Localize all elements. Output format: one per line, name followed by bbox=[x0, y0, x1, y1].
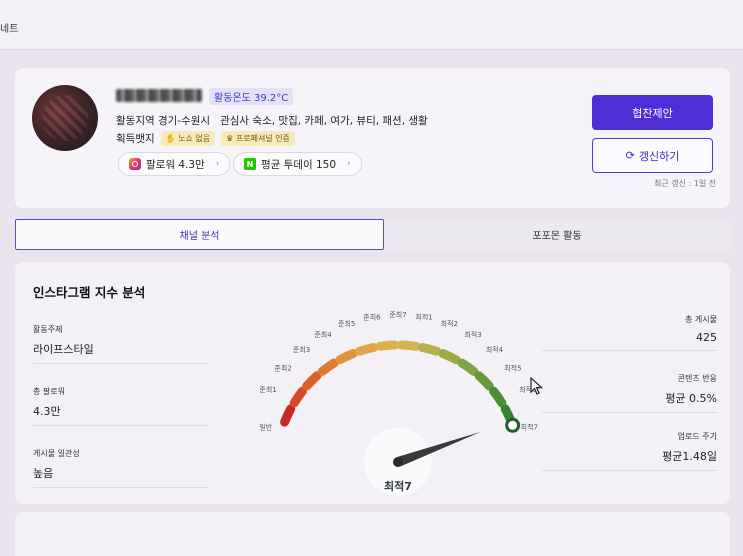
breadcrumb: 네트 bbox=[0, 24, 19, 35]
naver-icon: N bbox=[244, 158, 256, 170]
profile-info-line: 활동지역 경기-수원시 관심사 숙소, 맛집, 카페, 여가, 뷰티, 패션, … bbox=[116, 113, 428, 128]
metric-value: 평균1.48일 bbox=[662, 450, 717, 463]
gauge-current-marker bbox=[505, 417, 521, 433]
today-chip[interactable]: N 평균 투데이 150 › bbox=[233, 152, 362, 176]
metric-value: 4.3만 bbox=[33, 405, 61, 418]
gauge-segment bbox=[302, 371, 322, 391]
gauge-segment bbox=[474, 371, 494, 391]
gauge-current-label: 최적7 bbox=[384, 479, 412, 493]
tab-pofomon-activity[interactable]: 포포몬 활동 bbox=[384, 219, 730, 250]
gauge-segment bbox=[375, 340, 400, 351]
region-label: 활동지역 bbox=[116, 115, 155, 127]
gauge-level-label: 준최5 bbox=[338, 319, 355, 328]
refresh-icon: ⟳ bbox=[625, 150, 635, 162]
chevron-right-icon: › bbox=[215, 159, 220, 169]
gauge-level-label: 준최7 bbox=[389, 310, 406, 319]
region-value: 경기-수원시 bbox=[157, 115, 211, 127]
metric-followers: 총 팔로워 4.3만 bbox=[33, 386, 208, 426]
metric-value: 평균 0.5% bbox=[665, 392, 717, 405]
gauge-level-label: 준최3 bbox=[293, 345, 310, 354]
gauge-segment bbox=[335, 349, 358, 365]
refresh-button[interactable]: ⟳ 갱신하기 bbox=[592, 138, 713, 173]
followers-text: 팔로워 4.3만 bbox=[146, 158, 205, 171]
gauge-level-label: 일반 bbox=[259, 422, 272, 431]
index-gauge: 일반 준최1 준최2 준최3 준최4 준최5 준최6 준최7 최적1 최적2 최적3 최적4 최적5 최적… bbox=[259, 310, 538, 496]
interest-value: 숙소, 맛집, 카페, 여가, 뷰티, 패션, 생활 bbox=[252, 115, 428, 127]
gauge-level-label: 준최1 bbox=[259, 385, 276, 394]
today-text: 평균 투데이 150 bbox=[261, 158, 337, 171]
gauge-level-label: 최적1 bbox=[415, 312, 432, 321]
metric-value: 라이프스타일 bbox=[33, 343, 94, 356]
metric-label: 업로드 주기 bbox=[677, 432, 717, 441]
gauge-segment bbox=[280, 404, 296, 427]
top-bar: 네트 bbox=[0, 0, 743, 50]
metric-consistency: 게시물 일관성 높음 bbox=[33, 448, 208, 488]
gauge-segment bbox=[489, 386, 507, 408]
interest-label: 관심사 bbox=[220, 115, 250, 127]
gauge-segment bbox=[354, 342, 378, 356]
gauge-level-label: 준최4 bbox=[314, 330, 332, 339]
metric-value: 425 bbox=[696, 331, 717, 344]
metric-value: 높음 bbox=[33, 467, 54, 480]
gauge-segment bbox=[438, 349, 461, 365]
metric-label: 게시물 일관성 bbox=[33, 449, 80, 458]
tab-channel-analysis[interactable]: 채널 분석 bbox=[15, 219, 384, 250]
avatar bbox=[32, 85, 98, 151]
gauge-segment bbox=[289, 386, 307, 408]
gauge-level-label: 최적7 bbox=[521, 422, 538, 431]
gauge-segment bbox=[457, 358, 479, 376]
badge-label: 획득뱃지 bbox=[116, 133, 155, 145]
badge-row: 획득뱃지 ✋ 노쇼 없음 ♛ 프로페셔널 인증 bbox=[116, 131, 295, 146]
metric-label: 활동주제 bbox=[33, 325, 63, 334]
metric-label: 총 팔로워 bbox=[33, 387, 65, 396]
tab-bar: 채널 분석 포포몬 활동 bbox=[15, 219, 730, 251]
gauge-level-label: 최적5 bbox=[504, 364, 521, 373]
badge-no-show: ✋ 노쇼 없음 bbox=[160, 131, 216, 146]
instagram-icon bbox=[129, 158, 141, 170]
gauge-level-label: 준최2 bbox=[274, 364, 291, 373]
gauge-needle-hub bbox=[393, 457, 403, 467]
gauge-level-label: 준최6 bbox=[363, 312, 381, 321]
gauge-level-label: 최적4 bbox=[486, 345, 504, 354]
panel-title: 인스타그램 지수 분석 bbox=[33, 285, 146, 300]
metric-posts: 총 게시물 425 bbox=[542, 314, 717, 351]
gauge-segment bbox=[317, 358, 339, 376]
refresh-button-label: 갱신하기 bbox=[638, 150, 680, 163]
activity-temperature-badge: 활동온도 39.2°C bbox=[209, 88, 294, 105]
gauge-level-label: 최적3 bbox=[464, 330, 481, 339]
last-updated-text: 최근 갱신 : 1일 전 bbox=[654, 179, 717, 188]
metric-topic: 활동주제 라이프스타일 bbox=[33, 324, 208, 364]
followers-chip[interactable]: 팔로워 4.3만 › bbox=[118, 152, 231, 176]
metric-label: 총 게시물 bbox=[685, 315, 717, 324]
gauge-segment bbox=[396, 340, 421, 351]
next-section-card bbox=[15, 512, 730, 556]
chevron-right-icon: › bbox=[347, 159, 351, 169]
metric-label: 콘텐츠 반응 bbox=[677, 374, 717, 383]
badge-professional: ♛ 프로페셔널 인증 bbox=[221, 131, 295, 146]
metric-upload-cycle: 업로드 주기 평균1.48일 bbox=[542, 431, 717, 471]
sponsor-proposal-button[interactable]: 협찬제안 bbox=[592, 95, 713, 130]
metric-engagement: 콘텐츠 반응 평균 0.5% bbox=[542, 373, 717, 413]
blurred-username bbox=[116, 89, 202, 102]
mouse-cursor-icon bbox=[530, 377, 544, 395]
instagram-index-panel: 인스타그램 지수 분석 활동주제 라이프스타일 총 팔로워 4.3만 게시물 일… bbox=[15, 262, 730, 504]
gauge-segment bbox=[418, 342, 442, 356]
gauge-level-label: 최적2 bbox=[441, 319, 458, 328]
